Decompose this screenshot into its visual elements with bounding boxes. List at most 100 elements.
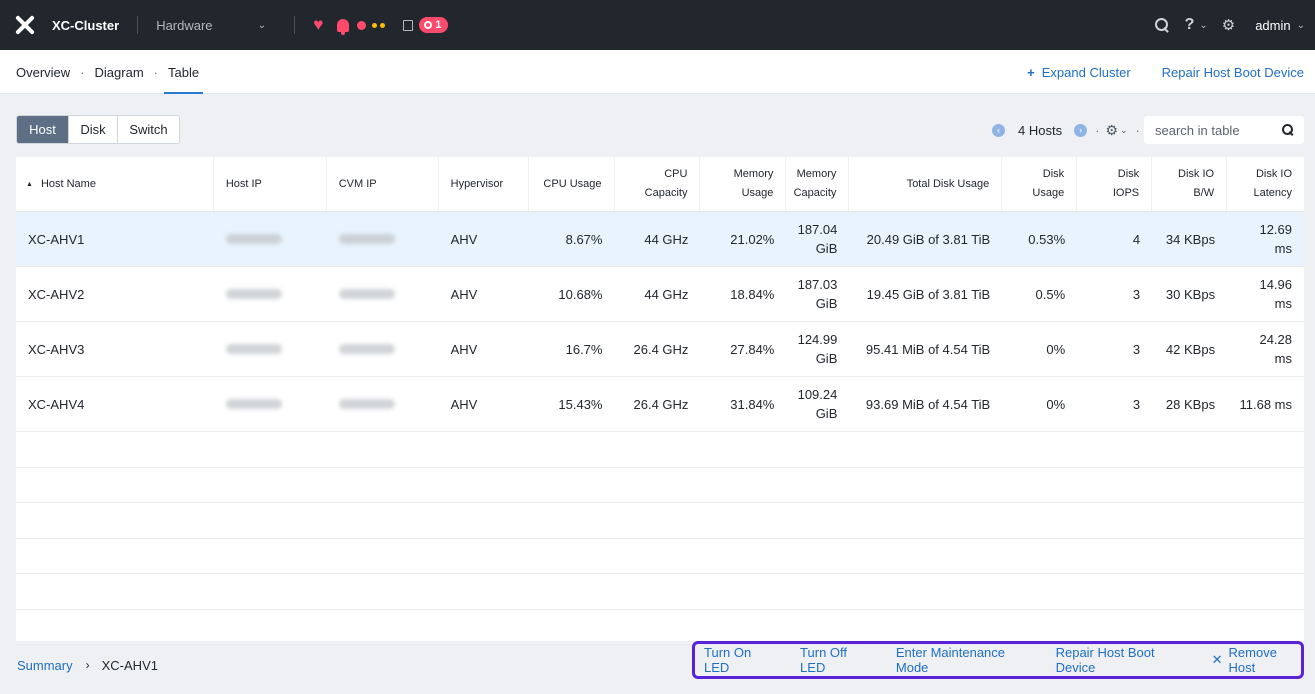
- segment-host[interactable]: Host: [17, 116, 69, 143]
- remove-host-link[interactable]: Remove Host: [1229, 645, 1301, 675]
- disk-usage-cell: 0%: [1046, 396, 1066, 412]
- task-icon[interactable]: [403, 19, 414, 31]
- warning-alert-dot[interactable]: [372, 22, 378, 28]
- tab-overview[interactable]: Overview: [16, 50, 70, 94]
- cvm-ip-cell: [327, 377, 439, 431]
- column-header-total-disk-usage[interactable]: Total Disk Usage: [849, 157, 1003, 211]
- hypervisor-cell: AHV: [450, 231, 478, 247]
- nav-select[interactable]: Hardware ⌄: [156, 18, 266, 33]
- empty-row: [16, 610, 1304, 645]
- empty-row: [16, 574, 1304, 610]
- tab-separator: ·: [153, 64, 158, 80]
- disk-io-latency-cell: 12.69 ms: [1259, 222, 1293, 256]
- separator: ·: [1135, 122, 1140, 138]
- repair-boot-device-link[interactable]: Repair Host Boot Device: [1162, 65, 1304, 80]
- column-header-cpu-capacity[interactable]: CPU Capacity: [615, 157, 701, 211]
- turn-on-led-link[interactable]: Turn On LED: [704, 645, 774, 675]
- plus-icon[interactable]: +: [1027, 65, 1035, 80]
- hypervisor-cell: AHV: [450, 286, 478, 302]
- next-page-icon[interactable]: ›: [1074, 123, 1088, 137]
- close-icon[interactable]: ✕: [1212, 652, 1223, 668]
- search-icon[interactable]: [1282, 124, 1294, 136]
- column-header-cvm-ip[interactable]: CVM IP: [327, 157, 439, 211]
- critical-alert-dot[interactable]: [357, 20, 367, 30]
- enter-maintenance-link[interactable]: Enter Maintenance Mode: [896, 645, 1030, 675]
- disk-iops-cell: 3: [1132, 396, 1141, 412]
- column-header-host-ip[interactable]: Host IP: [214, 157, 327, 211]
- column-header-memory-usage[interactable]: Memory Usage: [700, 157, 787, 211]
- disk-usage-cell: 0.53%: [1028, 231, 1066, 247]
- cpu-capacity-cell: 26.4 GHz: [633, 341, 689, 357]
- table-row[interactable]: XC-AHV3 AHV 16.7% 26.4 GHz 27.84% 124.99…: [16, 322, 1304, 377]
- chevron-down-icon: ⌄: [257, 19, 267, 31]
- column-header-host-name[interactable]: ▲ Host Name: [16, 157, 214, 211]
- task-count: 1: [435, 19, 442, 31]
- cvm-ip-cell: [327, 322, 439, 376]
- host-name-cell: XC-AHV2: [28, 286, 85, 302]
- redacted-ip: [338, 234, 395, 244]
- turn-off-led-link[interactable]: Turn Off LED: [800, 645, 870, 675]
- gear-icon[interactable]: ⚙: [1105, 122, 1118, 139]
- disk-io-bw-cell: 42 KBps: [1165, 341, 1216, 357]
- chevron-down-icon[interactable]: ⌄: [1297, 20, 1305, 31]
- redacted-ip: [225, 289, 282, 299]
- cluster-name[interactable]: XC-Cluster: [52, 18, 119, 33]
- segment-disk[interactable]: Disk: [69, 116, 118, 143]
- column-header-disk-io-latency[interactable]: Disk IO Latency: [1227, 157, 1304, 211]
- column-header-disk-io-bw[interactable]: Disk IO B/W: [1152, 157, 1228, 211]
- redacted-ip: [225, 344, 282, 354]
- separator: ·: [1095, 122, 1100, 138]
- user-menu[interactable]: admin: [1255, 18, 1290, 33]
- cpu-usage-cell: 8.67%: [565, 231, 603, 247]
- memory-capacity-cell: 109.24 GiB: [797, 387, 838, 421]
- chevron-right-icon: ›: [85, 658, 90, 672]
- total-disk-usage-cell: 19.45 GiB of 3.81 TiB: [866, 286, 991, 302]
- top-bar: XC-Cluster Hardware ⌄ ♥ 1 ? ⌄ ⚙ admin ⌄: [0, 0, 1315, 50]
- column-header-memory-capacity[interactable]: Memory Capacity: [786, 157, 850, 211]
- tab-diagram[interactable]: Diagram: [95, 50, 144, 94]
- table-row[interactable]: XC-AHV4 AHV 15.43% 26.4 GHz 31.84% 109.2…: [16, 377, 1304, 432]
- cvm-ip-cell: [327, 267, 439, 321]
- prev-page-icon[interactable]: ‹: [992, 123, 1005, 137]
- column-header-disk-iops[interactable]: Disk IOPS: [1077, 157, 1153, 211]
- task-status-icon: [424, 21, 433, 29]
- gear-icon[interactable]: ⚙: [1222, 16, 1235, 34]
- cpu-capacity-cell: 26.4 GHz: [633, 396, 689, 412]
- task-badge[interactable]: 1: [419, 17, 449, 33]
- memory-usage-cell: 27.84%: [730, 341, 775, 357]
- memory-capacity-cell: 124.99 GiB: [797, 332, 838, 366]
- health-heart-icon[interactable]: ♥: [313, 15, 323, 35]
- table-header: ▲ Host Name Host IP CVM IP Hypervisor CPU…: [16, 157, 1304, 212]
- chevron-down-icon[interactable]: ⌄: [1199, 20, 1207, 31]
- column-header-cpu-usage[interactable]: CPU Usage: [529, 157, 615, 211]
- memory-usage-cell: 18.84%: [730, 286, 775, 302]
- logo-icon[interactable]: [15, 15, 35, 35]
- table-row[interactable]: XC-AHV1 AHV 8.67% 44 GHz 21.02% 187.04 G…: [16, 212, 1304, 267]
- cpu-usage-cell: 15.43%: [558, 396, 603, 412]
- repair-boot-device-action[interactable]: Repair Host Boot Device: [1056, 645, 1187, 675]
- disk-io-bw-cell: 28 KBps: [1165, 396, 1216, 412]
- cpu-capacity-cell: 44 GHz: [644, 231, 689, 247]
- disk-iops-cell: 3: [1132, 286, 1141, 302]
- alert-bell-icon[interactable]: [337, 18, 350, 35]
- breadcrumb-summary[interactable]: Summary: [17, 658, 73, 673]
- host-name-cell: XC-AHV1: [28, 231, 85, 247]
- empty-row: [16, 539, 1304, 574]
- disk-iops-cell: 3: [1132, 341, 1141, 357]
- hypervisor-cell: AHV: [450, 341, 478, 357]
- table-row[interactable]: XC-AHV2 AHV 10.68% 44 GHz 18.84% 187.03 …: [16, 267, 1304, 322]
- chevron-down-icon[interactable]: ⌄: [1120, 125, 1128, 136]
- empty-row: [16, 432, 1304, 468]
- table-search-input[interactable]: search in table: [1144, 116, 1304, 144]
- empty-row: [16, 468, 1304, 503]
- info-alert-dot[interactable]: [380, 22, 386, 28]
- column-header-disk-usage[interactable]: Disk Usage: [1002, 157, 1078, 211]
- column-header-hypervisor[interactable]: Hypervisor: [439, 157, 529, 211]
- segment-switch[interactable]: Switch: [118, 116, 179, 143]
- expand-cluster-link[interactable]: Expand Cluster: [1042, 65, 1131, 80]
- sub-nav: Overview · Diagram · Table + Expand Clus…: [0, 50, 1315, 94]
- tab-table[interactable]: Table: [163, 50, 204, 94]
- breadcrumb: Summary › XC-AHV1: [17, 655, 158, 675]
- help-icon[interactable]: ?: [1185, 16, 1195, 34]
- search-icon[interactable]: [1154, 18, 1169, 32]
